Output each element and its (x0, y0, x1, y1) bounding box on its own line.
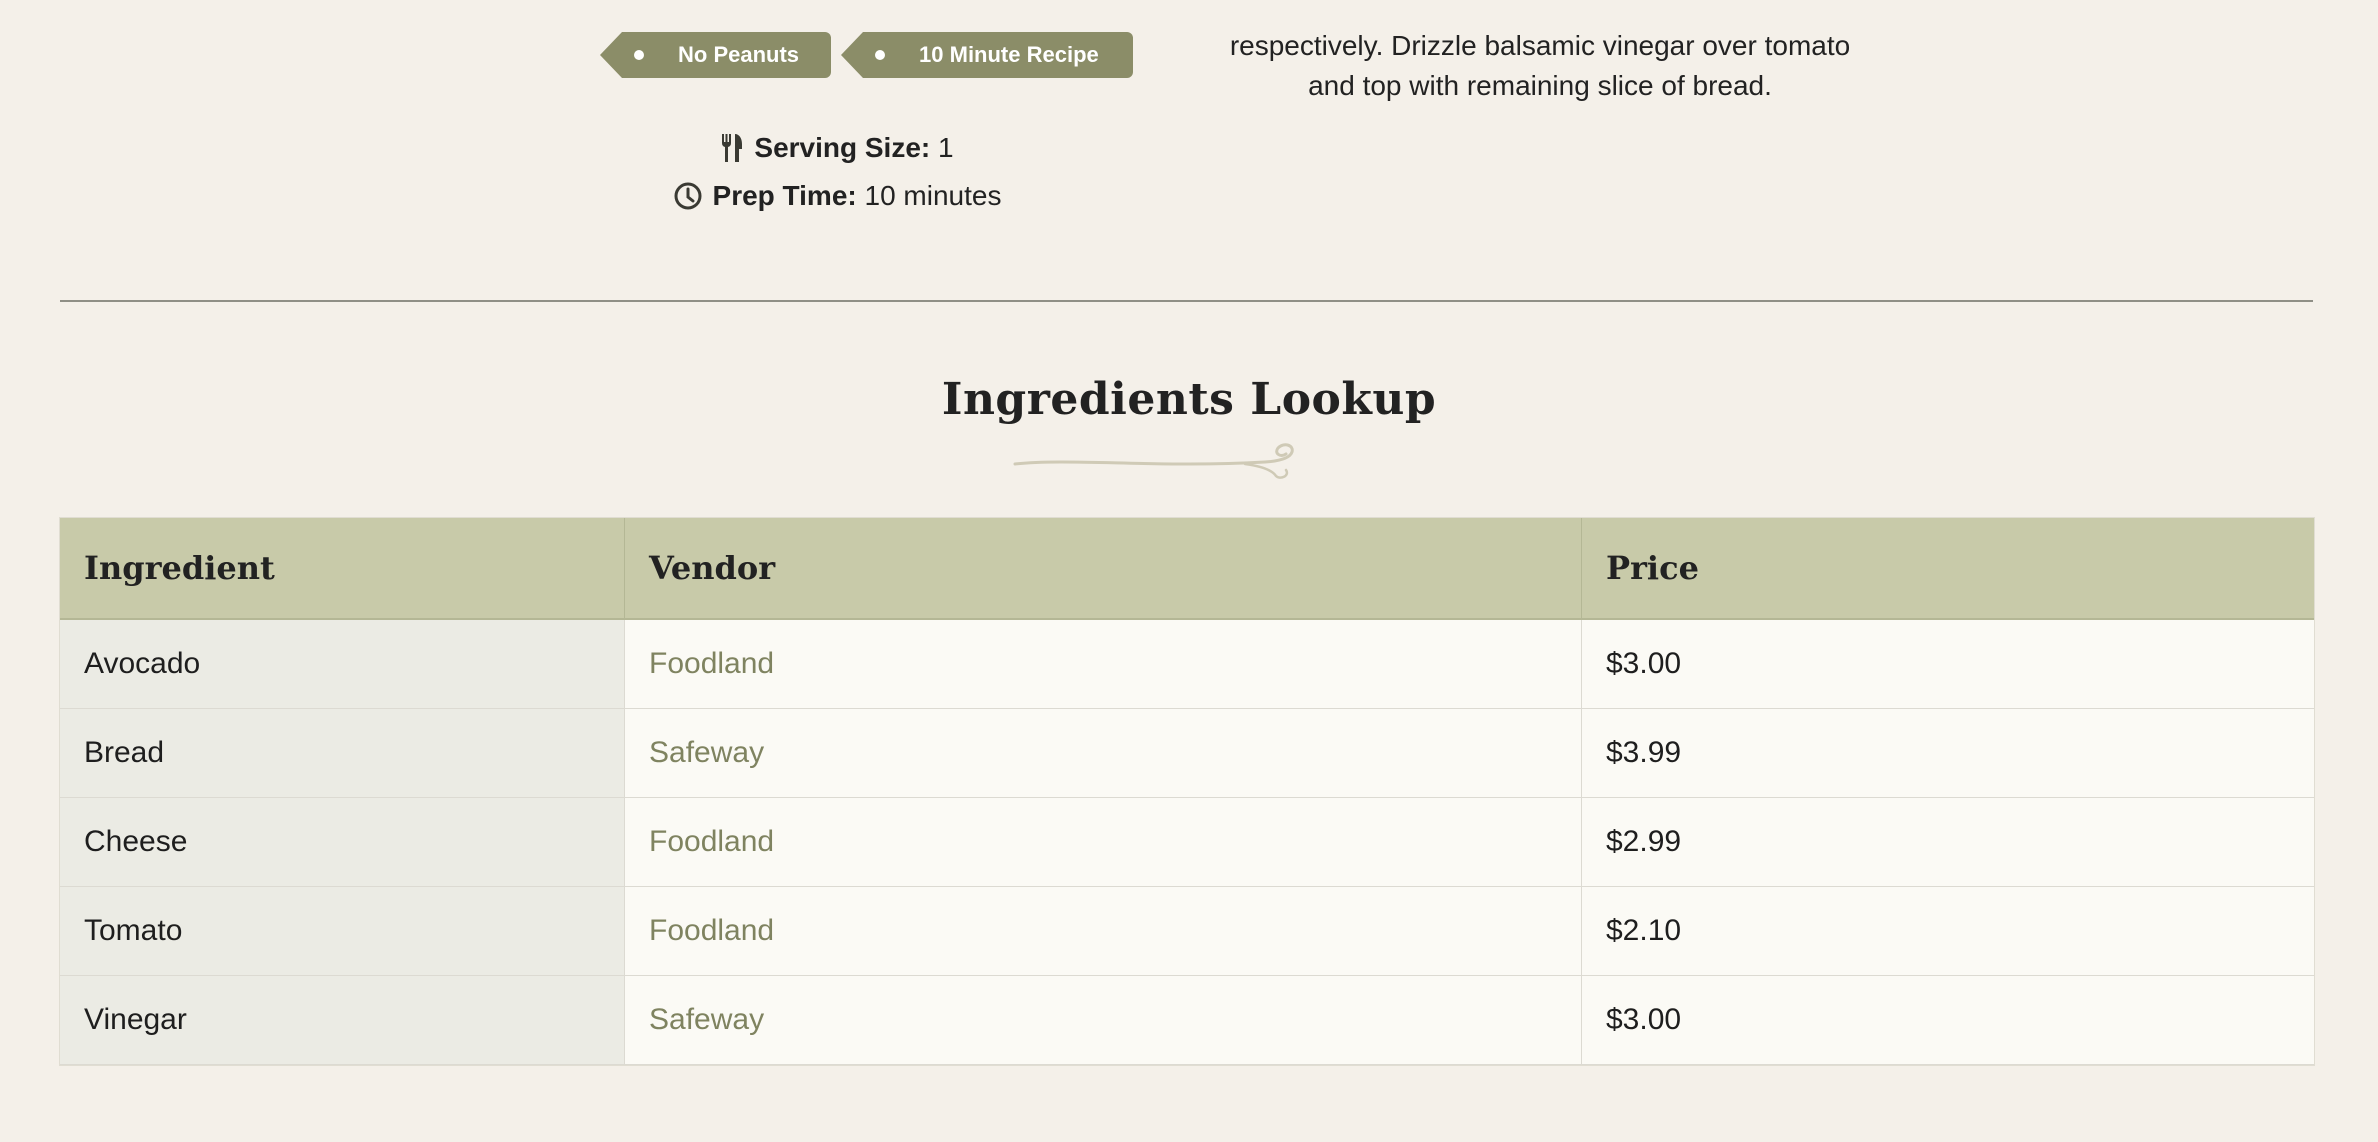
ingredient-cell: Avocado (60, 619, 625, 709)
prep-time-label: Prep Time: (712, 180, 857, 211)
prep-time-value: 10 minutes (864, 180, 1002, 211)
ingredient-cell: Cheese (60, 797, 625, 887)
table-row: Vinegar Safeway $3.00 (60, 975, 2314, 1065)
vendor-link[interactable]: Safeway (649, 1003, 764, 1036)
table-row: Cheese Foodland $2.99 (60, 797, 2314, 887)
column-header-ingredient[interactable]: Ingredient (60, 518, 625, 620)
directions-line: and top with remaining slice of bread. (1308, 70, 1772, 101)
vendor-link[interactable]: Foodland (649, 647, 774, 680)
tag-no-peanuts[interactable]: No Peanuts (599, 32, 832, 78)
table-row: Avocado Foodland $3.00 (60, 619, 2314, 709)
table-header-row: Ingredient Vendor Price (60, 518, 2314, 620)
vendor-cell: Safeway (624, 708, 1582, 798)
recipe-directions: respectively. Drizzle balsamic vinegar o… (1200, 0, 1880, 106)
section-divider (60, 300, 2313, 302)
column-header-price[interactable]: Price (1581, 518, 2314, 620)
tag-10-minute-recipe[interactable]: 10 Minute Recipe (841, 32, 1133, 78)
price-cell: $2.99 (1581, 797, 2314, 887)
table-row: Bread Safeway $3.99 (60, 708, 2314, 798)
vendor-cell: Foodland (624, 619, 1582, 709)
tag-hole-icon (634, 50, 644, 60)
ingredient-cell: Bread (60, 708, 625, 798)
recipe-tags: No Peanuts 10 Minute Recipe (599, 32, 1133, 78)
utensils-icon (720, 133, 744, 163)
vendor-link[interactable]: Foodland (649, 825, 774, 858)
serving-size-label: Serving Size: (754, 132, 931, 163)
table-row: Tomato Foodland $2.10 (60, 886, 2314, 976)
price-cell: $2.10 (1581, 886, 2314, 976)
clock-icon (673, 181, 703, 211)
vendor-cell: Foodland (624, 886, 1582, 976)
clipped-line (1200, 0, 1880, 26)
price-cell: $3.00 (1581, 619, 2314, 709)
vendor-cell: Safeway (624, 975, 1582, 1065)
section-title: Ingredients Lookup (941, 374, 1437, 425)
vendor-link[interactable]: Foodland (649, 914, 774, 947)
tag-label: No Peanuts (678, 42, 800, 67)
prep-time-text: Prep Time: 10 minutes (713, 180, 1002, 212)
flourish-ornament-icon (1013, 443, 1294, 479)
ingredients-table: Ingredient Vendor Price Avocado Foodland… (60, 518, 2314, 1065)
column-header-vendor[interactable]: Vendor (624, 518, 1582, 620)
directions-line: respectively. Drizzle balsamic vinegar o… (1229, 30, 1851, 61)
vendor-cell: Foodland (624, 797, 1582, 887)
tag-hole-icon (875, 50, 886, 60)
serving-size-value: 1 (938, 132, 954, 163)
price-cell: $3.00 (1581, 975, 2314, 1065)
prep-time: Prep Time: 10 minutes (0, 180, 1674, 218)
tag-label: 10 Minute Recipe (919, 42, 1099, 67)
price-cell: $3.99 (1581, 708, 2314, 798)
ingredient-cell: Tomato (60, 886, 625, 976)
serving-size: Serving Size: 1 (0, 132, 1674, 170)
serving-size-text: Serving Size: 1 (754, 132, 953, 164)
vendor-link[interactable]: Safeway (649, 736, 764, 769)
ingredient-cell: Vinegar (60, 975, 625, 1065)
